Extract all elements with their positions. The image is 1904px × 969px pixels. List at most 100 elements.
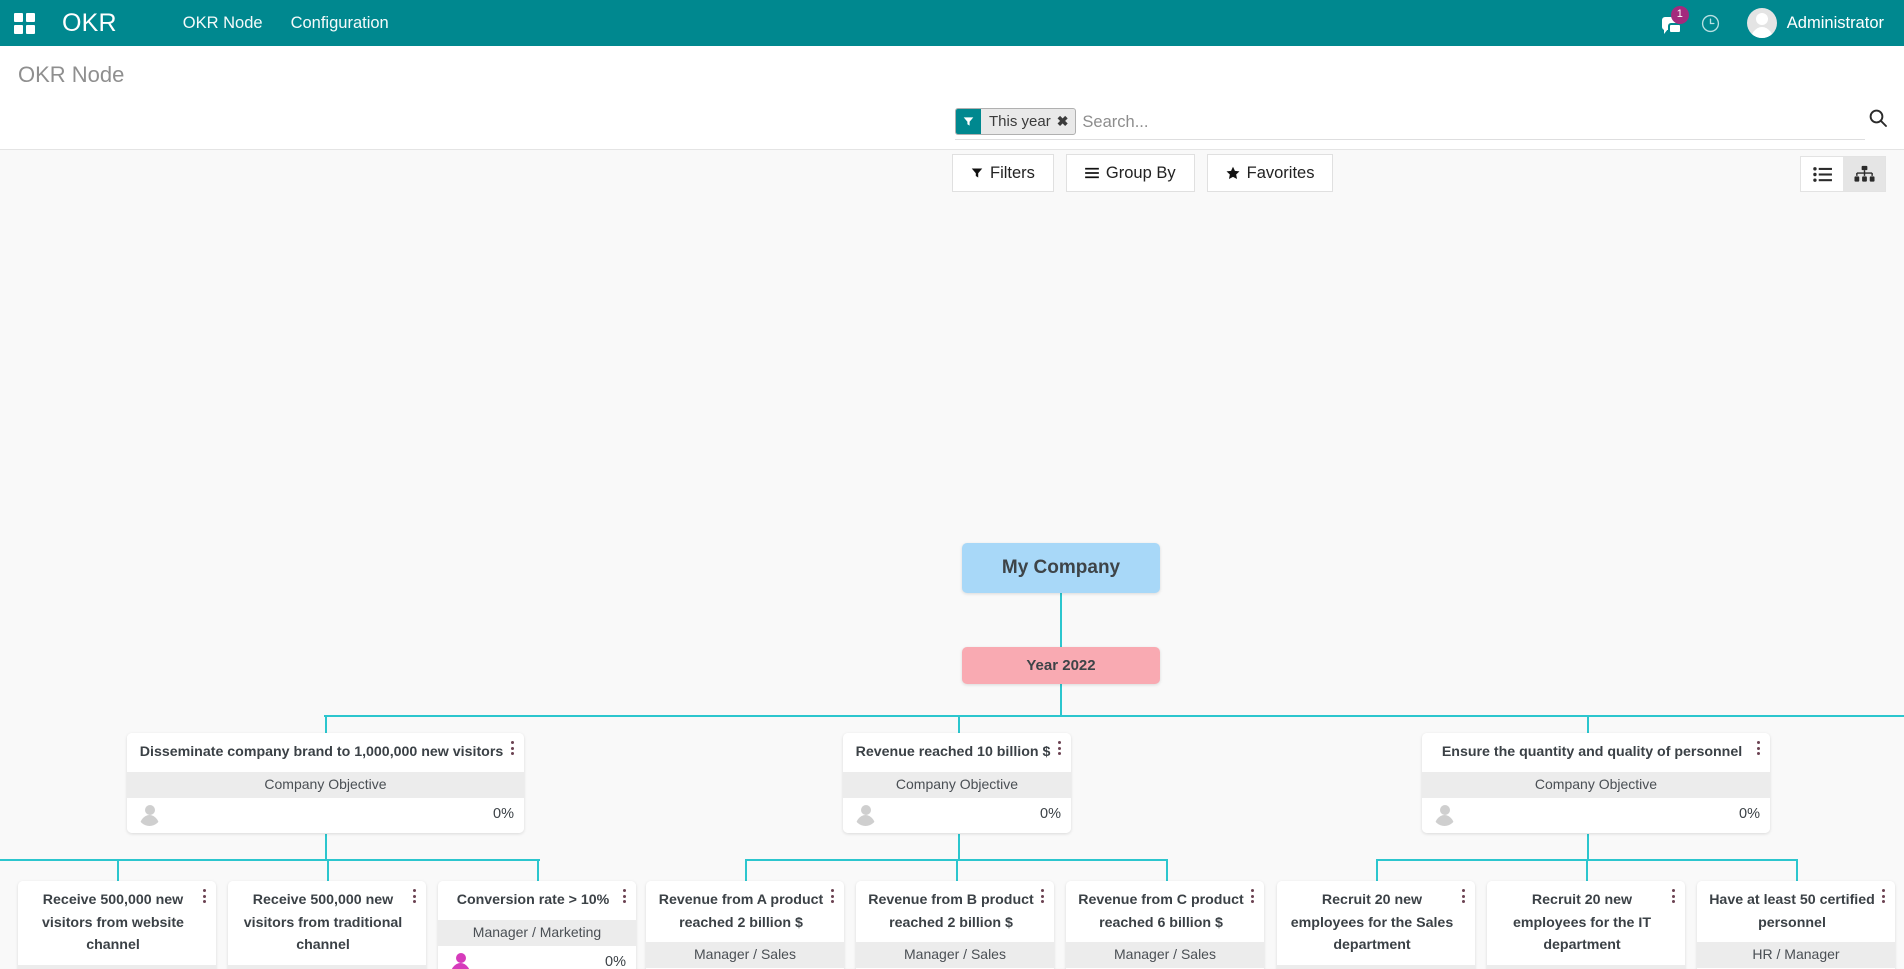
kebab-menu-icon[interactable] xyxy=(1876,888,1890,908)
card-objective-3[interactable]: Ensure the quantity and quality of perso… xyxy=(1422,733,1770,833)
search-icon xyxy=(1868,108,1888,128)
connector-kr-1-drop xyxy=(117,859,119,881)
card-key-result-6[interactable]: Revenue from C product reached 6 billion… xyxy=(1066,881,1264,969)
avatar xyxy=(854,803,877,826)
card-title: Revenue reached 10 billion $ xyxy=(843,733,1071,772)
connector-kr-8-drop xyxy=(1586,859,1588,881)
kebab-menu-icon[interactable] xyxy=(1035,888,1049,908)
connector-objective-2-drop xyxy=(958,715,960,733)
activities-button[interactable] xyxy=(1691,0,1731,46)
card-subtitle: Manager / Sales xyxy=(646,942,844,968)
search-dropdown-buttons: Filters Group By Favorites xyxy=(952,154,1345,192)
favorites-label: Favorites xyxy=(1247,164,1315,183)
card-title: Revenue from A product reached 2 billion… xyxy=(646,881,844,942)
node-year-2022[interactable]: Year 2022 xyxy=(962,647,1160,684)
card-title-text: Revenue from B product reached 2 billion… xyxy=(868,892,1034,931)
connector-group1-bus xyxy=(0,859,540,861)
card-subtitle: HR / Manager xyxy=(1487,965,1685,969)
filters-label: Filters xyxy=(990,164,1035,183)
kebab-menu-icon[interactable] xyxy=(825,888,839,908)
card-key-result-3[interactable]: Conversion rate > 10% Manager / Marketin… xyxy=(438,881,636,969)
menu-item-okr-node[interactable]: OKR Node xyxy=(169,1,277,46)
messages-badge: 1 xyxy=(1671,6,1689,24)
card-objective-2[interactable]: Revenue reached 10 billion $ Company Obj… xyxy=(843,733,1071,833)
kebab-menu-icon[interactable] xyxy=(407,888,421,908)
card-subtitle: Company Objective xyxy=(127,772,524,798)
group-by-label: Group By xyxy=(1106,164,1176,183)
card-footer: 0% xyxy=(438,946,636,969)
card-key-result-7[interactable]: Recruit 20 new employees for the Sales d… xyxy=(1277,881,1475,969)
progress-percent: 0% xyxy=(1739,806,1760,822)
node-my-company-label: My Company xyxy=(1002,557,1120,579)
connector-kr-5-drop xyxy=(956,859,958,881)
user-menu[interactable]: Administrator xyxy=(1731,8,1890,38)
card-title: Have at least 50 certified personnel xyxy=(1697,881,1895,942)
card-objective-1[interactable]: Disseminate company brand to 1,000,000 n… xyxy=(127,733,524,833)
kebab-menu-icon[interactable] xyxy=(1245,888,1259,908)
card-title-text: Conversion rate > 10% xyxy=(457,892,610,908)
card-title: Ensure the quantity and quality of perso… xyxy=(1422,733,1770,772)
control-panel: OKR Node This year ✖ Filters Group By xyxy=(0,46,1904,150)
card-key-result-9[interactable]: Have at least 50 certified personnel HR … xyxy=(1697,881,1895,969)
card-subtitle: HR / Manager xyxy=(1277,965,1475,969)
search-input[interactable] xyxy=(1078,111,1865,135)
group-by-button[interactable]: Group By xyxy=(1066,154,1195,192)
card-title-text: Revenue from A product reached 2 billion… xyxy=(659,892,824,931)
card-footer: 0% xyxy=(1422,798,1770,833)
navbar-right: 1 Administrator xyxy=(1651,0,1904,46)
card-title: Conversion rate > 10% xyxy=(438,881,636,920)
kebab-menu-icon[interactable] xyxy=(197,888,211,908)
connector-kr-3-drop xyxy=(537,859,539,881)
connector-objective-3-drop xyxy=(1587,715,1589,733)
search-view: This year ✖ xyxy=(955,108,1865,140)
menu-item-configuration[interactable]: Configuration xyxy=(277,1,403,46)
top-navbar: OKR OKR Node Configuration 1 Administrat… xyxy=(0,0,1904,46)
connector-objectives-bus xyxy=(324,715,1904,717)
kebab-menu-icon[interactable] xyxy=(1751,740,1765,760)
node-my-company[interactable]: My Company xyxy=(962,543,1160,593)
kebab-menu-icon[interactable] xyxy=(1456,888,1470,908)
apps-menu-toggle[interactable] xyxy=(0,0,48,46)
favorites-button[interactable]: Favorites xyxy=(1207,154,1334,192)
filter-icon xyxy=(971,167,983,179)
connector-objective-1-drop xyxy=(325,715,327,733)
card-key-result-4[interactable]: Revenue from A product reached 2 billion… xyxy=(646,881,844,969)
avatar xyxy=(1747,8,1777,38)
kebab-menu-icon[interactable] xyxy=(1666,888,1680,908)
filters-button[interactable]: Filters xyxy=(952,154,1054,192)
apps-grid-icon xyxy=(14,13,35,34)
card-title: Recruit 20 new employees for the IT depa… xyxy=(1487,881,1685,965)
list-icon xyxy=(1085,167,1099,179)
card-title-text: Disseminate company brand to 1,000,000 n… xyxy=(140,744,504,760)
card-key-result-8[interactable]: Recruit 20 new employees for the IT depa… xyxy=(1487,881,1685,969)
card-key-result-5[interactable]: Revenue from B product reached 2 billion… xyxy=(856,881,1054,969)
card-subtitle: Manager / Marketing xyxy=(18,965,216,969)
kebab-menu-icon[interactable] xyxy=(1052,740,1066,760)
card-key-result-2[interactable]: Receive 500,000 new visitors from tradit… xyxy=(228,881,426,969)
connector-group1-stem xyxy=(325,834,327,860)
kebab-menu-icon[interactable] xyxy=(505,740,519,760)
card-key-result-1[interactable]: Receive 500,000 new visitors from websit… xyxy=(18,881,216,969)
star-icon xyxy=(1226,166,1240,180)
app-brand[interactable]: OKR xyxy=(48,9,127,38)
messages-button[interactable]: 1 xyxy=(1651,0,1691,46)
connector-kr-7-drop xyxy=(1376,859,1378,881)
org-chart-canvas[interactable]: My Company Year 2022 Disseminate company… xyxy=(0,150,1904,969)
kebab-menu-icon[interactable] xyxy=(617,888,631,908)
facet-label: This year xyxy=(981,109,1057,134)
card-title: Disseminate company brand to 1,000,000 n… xyxy=(127,733,524,772)
search-button[interactable] xyxy=(1868,108,1888,133)
connector-group3-stem xyxy=(1587,834,1589,860)
view-switcher xyxy=(1800,156,1886,192)
card-title-text: Recruit 20 new employees for the IT depa… xyxy=(1513,892,1651,953)
list-view-button[interactable] xyxy=(1801,157,1843,191)
connector-year-stem xyxy=(1060,684,1062,716)
card-title-text: Receive 500,000 new visitors from websit… xyxy=(42,892,184,953)
card-subtitle: Manager / Marketing xyxy=(438,920,636,946)
hierarchy-view-button[interactable] xyxy=(1843,157,1885,191)
search-facet-this-year[interactable]: This year ✖ xyxy=(955,108,1076,135)
avatar xyxy=(138,803,161,826)
clock-icon xyxy=(1701,14,1720,33)
connector-root-year xyxy=(1060,593,1062,647)
close-icon[interactable]: ✖ xyxy=(1057,109,1076,134)
